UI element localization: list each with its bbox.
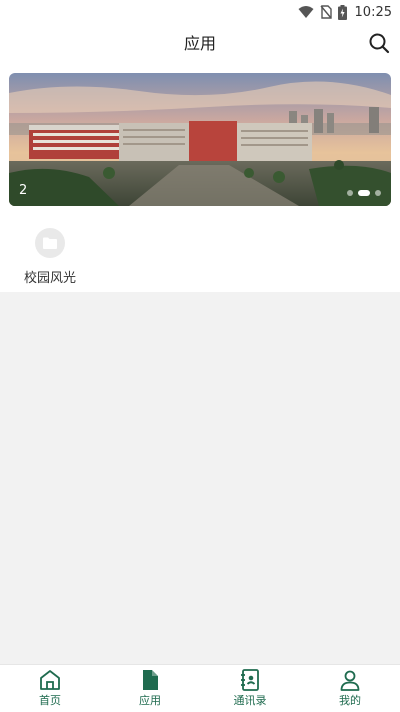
document-icon [143,670,158,690]
tab-home[interactable]: 首页 [0,665,100,712]
wifi-icon [298,6,314,18]
campus-photo [9,73,391,206]
battery-charging-icon [337,4,347,20]
status-bar: 10:25 [0,0,400,24]
search-icon [369,33,390,54]
search-button[interactable] [368,32,390,54]
banner-section: 2 [0,64,400,214]
status-icons: 10:25 [298,3,392,21]
no-sim-icon [319,5,332,19]
bottom-tab-bar: 首页 应用 通讯录 我的 [0,664,400,712]
home-icon [40,670,60,690]
app-campus-scenery[interactable]: 校园风光 [10,222,90,286]
app-label: 校园风光 [23,271,76,286]
status-time: 10:25 [354,4,392,20]
contacts-icon [241,669,259,691]
user-icon [340,670,360,691]
tab-contacts[interactable]: 通讯录 [200,665,300,712]
pagination-dot[interactable] [347,190,353,196]
banner-pagination [347,190,381,196]
banner-carousel[interactable]: 2 [9,73,391,206]
tab-label: 我的 [339,694,361,707]
tab-profile[interactable]: 我的 [300,665,400,712]
empty-content-area [0,292,400,664]
pagination-dot-active[interactable] [358,190,370,196]
app-icon-circle [35,228,65,258]
pagination-dot[interactable] [375,190,381,196]
banner-slide-number: 2 [19,183,28,198]
folder-icon [43,237,57,249]
tab-label: 应用 [139,694,161,707]
tab-label: 通讯录 [233,694,267,707]
app-header: 应用 [0,24,400,64]
apps-grid: 校园风光 [0,214,400,292]
tab-apps[interactable]: 应用 [100,665,200,712]
tab-label: 首页 [39,694,61,707]
page-title: 应用 [183,34,216,53]
